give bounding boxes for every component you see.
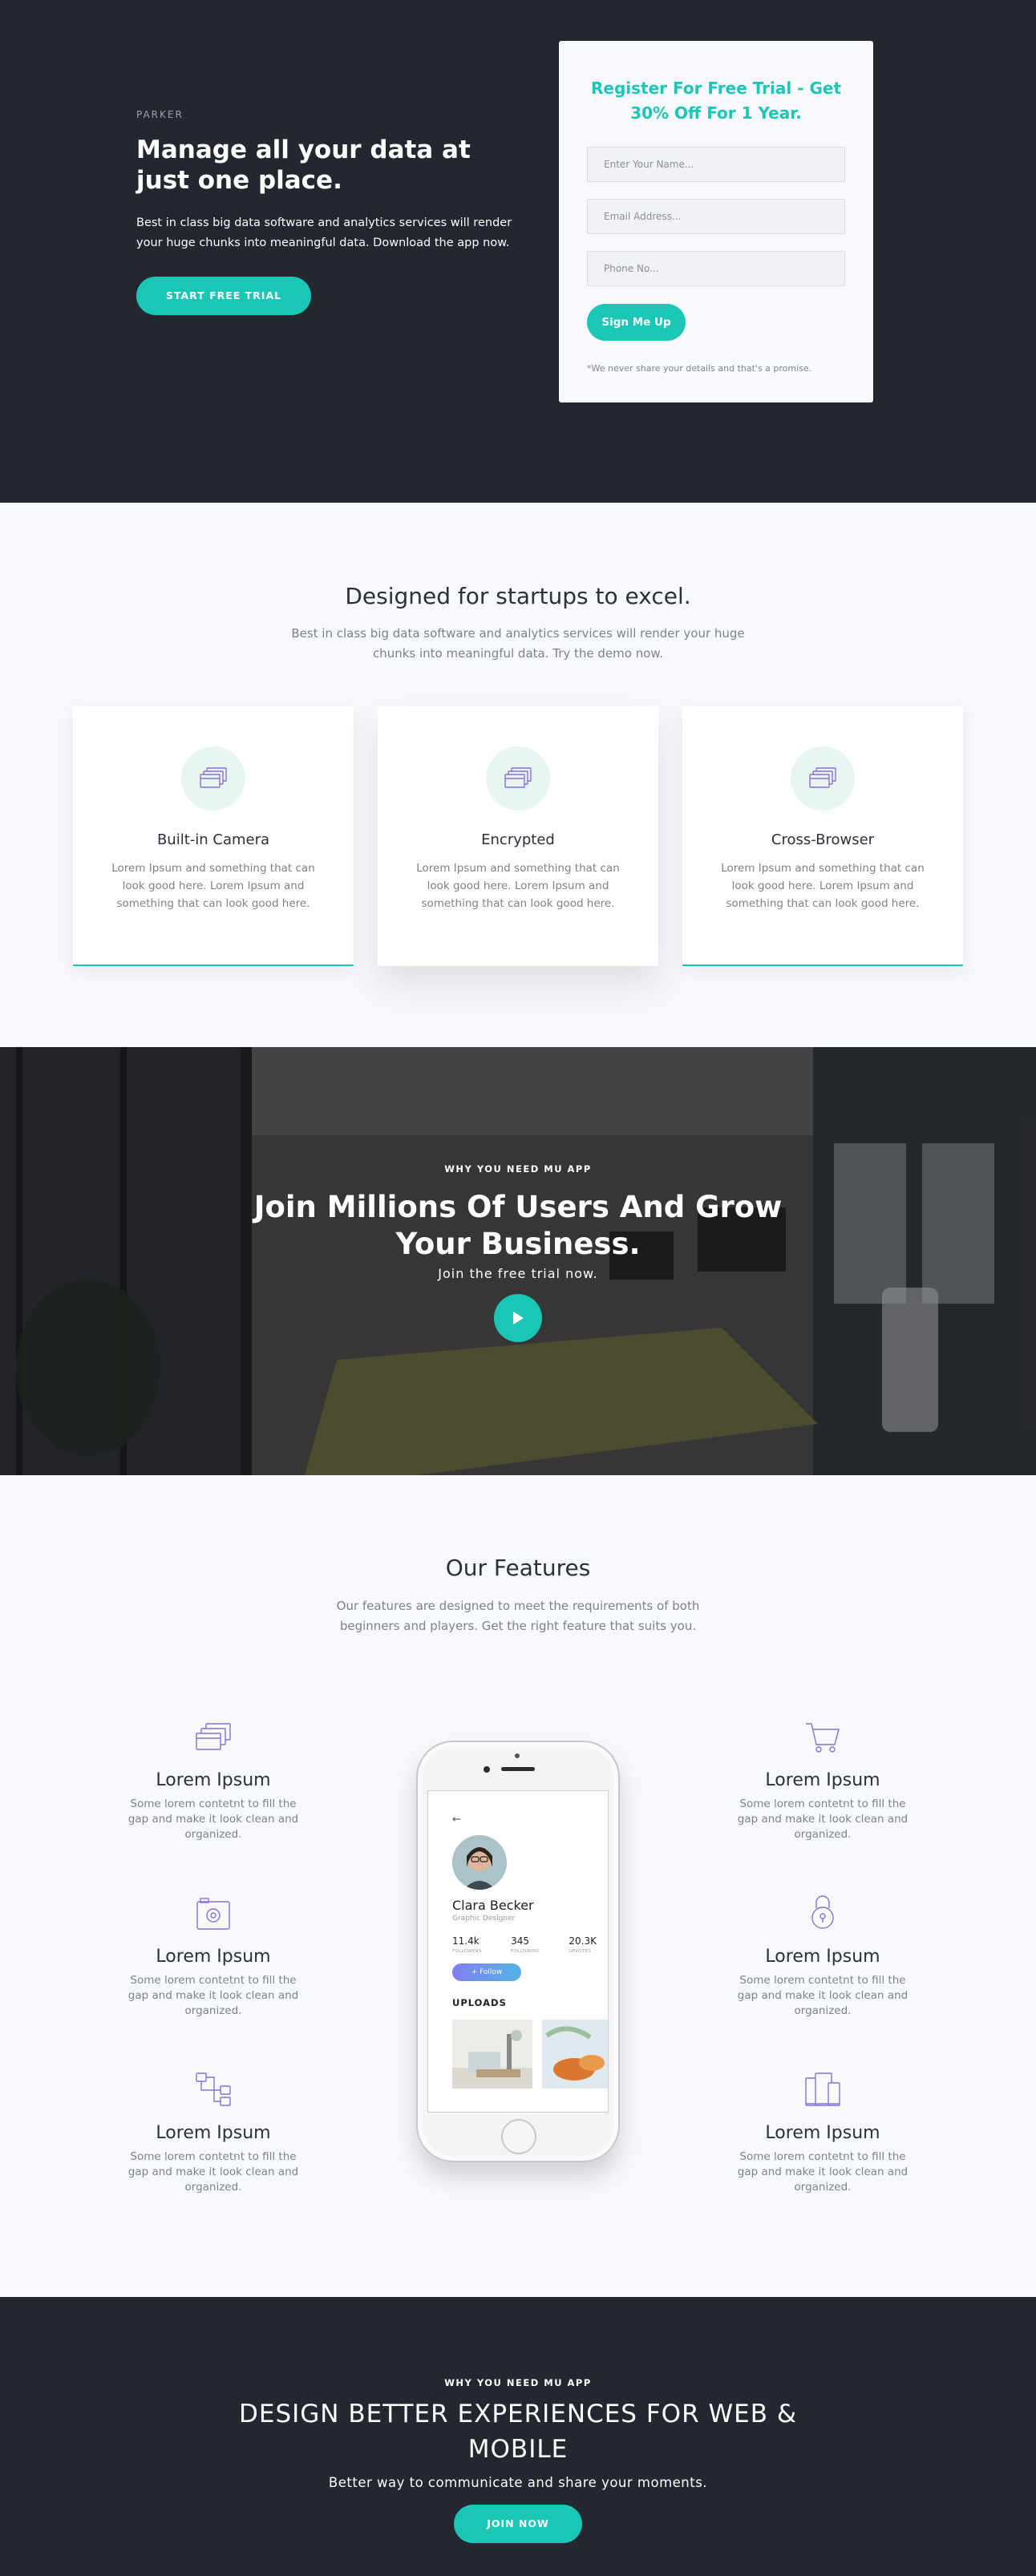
avatar	[452, 1835, 507, 1890]
upload-thumbnail[interactable]	[452, 2020, 533, 2089]
cta-subtitle: Better way to communicate and share your…	[328, 2475, 708, 2490]
uploads-heading: UPLOADS	[452, 1997, 507, 2008]
cards-icon	[791, 746, 855, 811]
home-button	[501, 2119, 536, 2154]
name-input[interactable]	[587, 147, 845, 182]
feature-description: Some lorem contetnt to fill the gap and …	[737, 1798, 909, 1841]
feature-description: Some lorem contetnt to fill the gap and …	[737, 2150, 909, 2194]
cta-section: WHY YOU NEED MU APP DESIGN BETTER EXPERI…	[0, 2297, 1036, 2576]
cta-content: WHY YOU NEED MU APP DESIGN BETTER EXPERI…	[0, 2377, 1036, 2543]
stat-label: FOLLOWERS	[452, 1949, 482, 1954]
card-title: Built-in Camera	[156, 831, 270, 848]
card-description: Lorem Ipsum and something that can look …	[721, 862, 925, 910]
stat-value: 345	[511, 1935, 529, 1947]
features-title: Our Features	[445, 1555, 591, 1581]
feature-description: Some lorem contetnt to fill the gap and …	[737, 1974, 909, 2017]
register-form: Register For Free Trial - Get 30% Off Fo…	[559, 41, 873, 402]
phone-screen: ← Clara Becker Graphic Designer 11.4k FO…	[427, 1790, 609, 2113]
join-eyebrow: WHY YOU NEED MU APP	[444, 1163, 592, 1175]
stat-upvotes: 20.3K UPVOTES	[569, 1935, 597, 1954]
stat-label: FOLLOWING	[511, 1949, 540, 1954]
stat-label: UPVOTES	[569, 1949, 592, 1954]
devices-icon	[718, 2064, 927, 2107]
feature-card-encrypted: Encrypted Lorem Ipsum and something that…	[378, 706, 658, 966]
card-description: Lorem Ipsum and something that can look …	[111, 862, 315, 910]
profile-stats: 11.4k FOLLOWERS 345 FOLLOWING 20.3K UPVO…	[452, 1935, 597, 1954]
play-video-button[interactable]	[494, 1294, 542, 1342]
cart-icon	[718, 1711, 927, 1754]
feature-title: Lorem Ipsum	[765, 2123, 880, 2143]
feature-item: Lorem Ipsum Some lorem contetnt to fill …	[718, 1887, 927, 2019]
feature-description: Some lorem contetnt to fill the gap and …	[127, 1798, 299, 1841]
feature-description: Some lorem contetnt to fill the gap and …	[127, 1974, 299, 2017]
feature-title: Lorem Ipsum	[156, 2123, 271, 2143]
card-title: Cross-Browser	[771, 831, 875, 848]
profile-name: Clara Becker	[452, 1898, 534, 1913]
feature-title: Lorem Ipsum	[765, 1770, 880, 1790]
stat-value: 20.3K	[569, 1935, 597, 1947]
privacy-note: *We never share your details and that's …	[587, 363, 812, 374]
feature-title: Lorem Ipsum	[765, 1947, 880, 1967]
feature-item: Lorem Ipsum Some lorem contetnt to fill …	[718, 1711, 927, 1842]
features-section: Our Features Our features are designed t…	[0, 1475, 1036, 2297]
stat-followers: 11.4k FOLLOWERS	[452, 1935, 482, 1954]
start-free-trial-button[interactable]: START FREE TRIAL	[136, 277, 311, 315]
profile-role: Graphic Designer	[452, 1915, 516, 1923]
feature-item: Lorem Ipsum Some lorem contetnt to fill …	[109, 1887, 318, 2019]
cta-eyebrow: WHY YOU NEED MU APP	[444, 2377, 592, 2388]
back-arrow-icon[interactable]: ←	[452, 1814, 608, 1826]
phone-sensor	[515, 1753, 520, 1758]
hero-intro: PARKER Manage all your data at just one …	[136, 109, 513, 315]
card-description: Lorem Ipsum and something that can look …	[416, 862, 620, 910]
phone-input[interactable]	[587, 251, 845, 286]
stat-value: 11.4k	[452, 1935, 480, 1947]
startups-subtitle: Best in class big data software and anal…	[291, 626, 745, 661]
brand-name: PARKER	[136, 109, 184, 120]
cards-icon	[109, 1711, 318, 1754]
join-content: WHY YOU NEED MU APP Join Millions Of Use…	[0, 1163, 1036, 1342]
card-title: Encrypted	[481, 831, 555, 848]
features-subtitle: Our features are designed to meet the re…	[336, 1599, 700, 1633]
phone-camera	[484, 1766, 490, 1773]
phone-speaker	[501, 1767, 535, 1771]
hero-section: PARKER Manage all your data at just one …	[0, 0, 1036, 503]
form-title: Register For Free Trial - Get 30% Off Fo…	[590, 79, 842, 123]
hero-description: Best in class big data software and anal…	[136, 216, 512, 249]
stat-following: 345 FOLLOWING	[511, 1935, 540, 1954]
feature-item: Lorem Ipsum Some lorem contetnt to fill …	[109, 2064, 318, 2195]
feature-description: Some lorem contetnt to fill the gap and …	[127, 2150, 299, 2194]
startups-title: Designed for startups to excel.	[345, 583, 691, 609]
feature-card-camera: Built-in Camera Lorem Ipsum and somethin…	[73, 706, 354, 966]
feature-title: Lorem Ipsum	[156, 1770, 271, 1790]
feature-item: Lorem Ipsum Some lorem contetnt to fill …	[718, 2064, 927, 2195]
flow-icon	[109, 2064, 318, 2107]
feature-title: Lorem Ipsum	[156, 1947, 271, 1967]
upload-thumbnails	[452, 2020, 608, 2089]
camera-icon	[109, 1887, 318, 1931]
lock-icon	[718, 1887, 927, 1931]
cards-icon	[181, 746, 245, 811]
join-banner: WHY YOU NEED MU APP Join Millions Of Use…	[0, 1047, 1036, 1475]
join-title: Join Millions Of Users And Grow Your Bus…	[253, 1190, 783, 1261]
hero-title: Manage all your data at just one place.	[136, 135, 471, 195]
upload-thumbnail[interactable]	[542, 2020, 608, 2089]
email-input[interactable]	[587, 199, 845, 234]
join-subtitle: Join the free trial now.	[438, 1266, 598, 1281]
sign-me-up-button[interactable]: Sign Me Up	[587, 304, 686, 341]
follow-button[interactable]: + Follow	[452, 1963, 521, 1981]
feature-item: Lorem Ipsum Some lorem contetnt to fill …	[109, 1711, 318, 1842]
startups-section: Designed for startups to excel. Best in …	[0, 503, 1036, 1047]
cta-title: DESIGN BETTER EXPERIENCES FOR WEB & MOBI…	[239, 2400, 797, 2464]
join-now-button[interactable]: JOIN NOW	[454, 2505, 582, 2543]
phone-mockup: ← Clara Becker Graphic Designer 11.4k FO…	[416, 1741, 620, 2162]
play-icon	[513, 1312, 524, 1324]
feature-card-cross-browser: Cross-Browser Lorem Ipsum and something …	[682, 706, 963, 966]
cards-icon	[486, 746, 550, 811]
